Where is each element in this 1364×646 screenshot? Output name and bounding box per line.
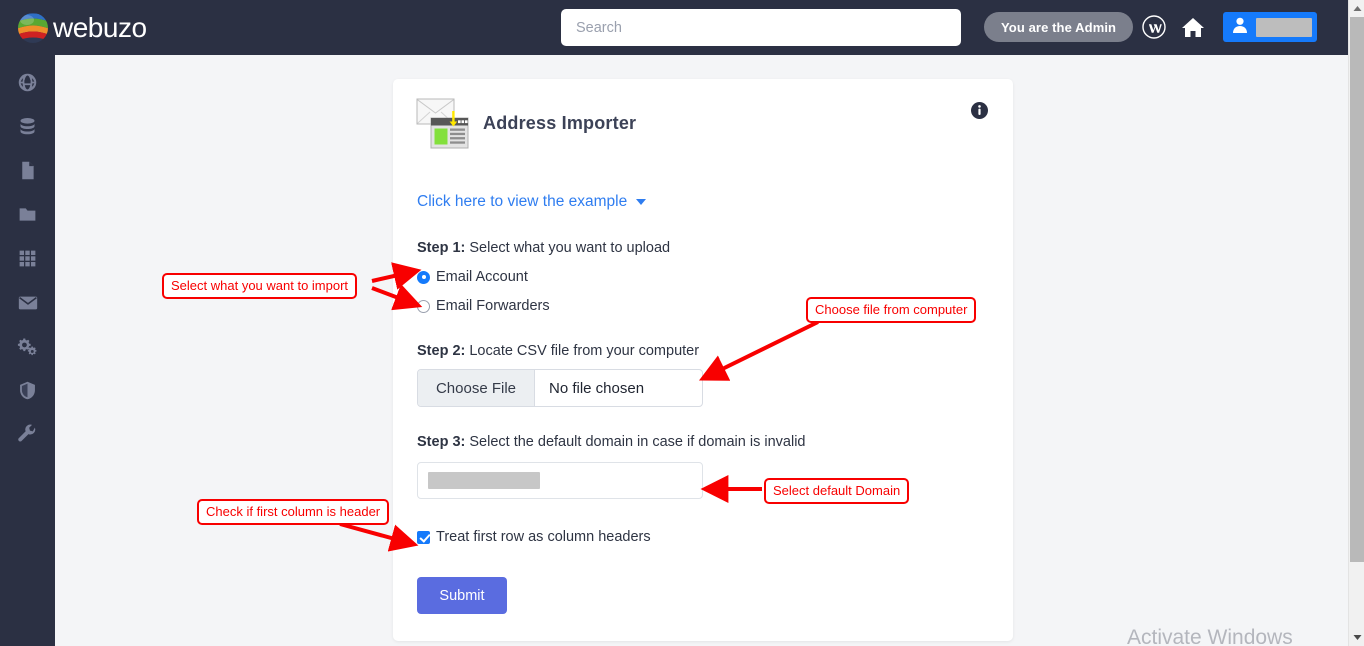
csv-file-input[interactable]: Choose File No file chosen [417, 369, 703, 407]
annotation-choose-file-label: Choose file from computer [815, 302, 968, 317]
radio-email-forwarders[interactable]: Email Forwarders [417, 298, 550, 314]
step1-text: Select what you want to upload [465, 240, 671, 256]
home-icon[interactable] [1180, 15, 1206, 40]
sidebar-item-folders[interactable] [0, 195, 55, 239]
user-avatar-icon [1230, 15, 1250, 40]
view-example-label: Click here to view the example [417, 193, 628, 210]
globe-icon [17, 72, 38, 98]
wrench-icon [17, 424, 38, 450]
user-menu-button[interactable] [1223, 12, 1317, 42]
step2-prefix: Step 2: [417, 343, 466, 359]
choose-file-button[interactable]: Choose File [418, 370, 535, 406]
top-bar: webuzo You are the Admin [0, 0, 1348, 55]
webuzo-globe-logo-icon [16, 11, 50, 45]
card-header: Address Importer [416, 97, 636, 149]
search-wrap [561, 9, 961, 46]
step1-label: Step 1: Select what you want to upload [417, 240, 670, 256]
default-domain-select[interactable] [417, 462, 703, 499]
brand-text: webuzo [53, 11, 147, 43]
content-area: Address Importer Click here to view the … [55, 55, 1348, 646]
scroll-up-arrow-icon[interactable] [1349, 0, 1364, 17]
search-input[interactable] [561, 9, 961, 46]
user-name-redacted [1256, 17, 1312, 37]
page-title: Address Importer [483, 112, 637, 133]
gears-icon [16, 335, 39, 363]
view-example-link[interactable]: Click here to view the example [417, 193, 646, 211]
default-domain-value-redacted [428, 472, 540, 489]
info-icon[interactable] [971, 102, 988, 119]
sidebar-item-settings[interactable] [0, 327, 55, 371]
vertical-scrollbar[interactable] [1348, 0, 1364, 646]
submit-button[interactable]: Submit [417, 577, 507, 614]
chevron-down-icon [635, 198, 646, 205]
checkbox-checked-icon[interactable] [417, 530, 430, 544]
sidebar-item-apps[interactable] [0, 239, 55, 283]
radio-email-forwarders-label: Email Forwarders [436, 298, 550, 314]
step3-prefix: Step 3: [417, 434, 466, 450]
shield-icon [17, 380, 38, 406]
sidebar-item-databases[interactable] [0, 107, 55, 151]
annotation-first-column-header-label: Check if first column is header [206, 504, 381, 519]
sidebar-item-security[interactable] [0, 371, 55, 415]
annotation-default-domain: Select default Domain [764, 478, 910, 504]
sidebar-item-files[interactable] [0, 151, 55, 195]
sidebar [0, 55, 55, 646]
sidebar-item-email[interactable] [0, 283, 55, 327]
brand[interactable]: webuzo [0, 11, 147, 45]
grid-apps-icon [17, 248, 38, 274]
address-importer-icon [416, 97, 469, 149]
folder-icon [17, 204, 38, 230]
mail-icon [17, 292, 39, 319]
address-importer-card: Address Importer Click here to view the … [393, 79, 1013, 641]
admin-status-pill[interactable]: You are the Admin [984, 12, 1134, 42]
scroll-down-arrow-icon[interactable] [1349, 629, 1364, 646]
watermark-title: Activate Windows [1127, 626, 1293, 646]
scrollbar-thumb[interactable] [1350, 17, 1364, 562]
wordpress-icon[interactable] [1142, 15, 1166, 39]
annotation-choose-file: Choose file from computer [806, 297, 977, 323]
app-root: webuzo You are the Admin [0, 0, 1364, 646]
sidebar-item-tools[interactable] [0, 415, 55, 459]
file-icon [17, 160, 38, 186]
file-status-label: No file chosen [549, 379, 645, 397]
annotation-first-column-header: Check if first column is header [197, 499, 390, 525]
radio-selected-icon[interactable] [417, 270, 430, 284]
annotation-default-domain-label: Select default Domain [773, 483, 901, 498]
annotation-select-import: Select what you want to import [162, 273, 358, 299]
step3-label: Step 3: Select the default domain in cas… [417, 434, 805, 450]
radio-email-account-label: Email Account [436, 269, 528, 285]
radio-unselected-icon[interactable] [417, 299, 430, 313]
step1-prefix: Step 1: [417, 240, 466, 256]
treat-first-row-label: Treat first row as column headers [436, 529, 651, 545]
treat-first-row-checkbox-row[interactable]: Treat first row as column headers [417, 529, 651, 545]
admin-pill-label: You are the Admin [1001, 19, 1117, 35]
annotation-select-import-label: Select what you want to import [171, 278, 349, 293]
database-icon [17, 116, 38, 142]
step2-text: Locate CSV file from your computer [465, 343, 700, 359]
step3-text: Select the default domain in case if dom… [465, 434, 806, 450]
sidebar-item-domains[interactable] [0, 63, 55, 107]
radio-email-account[interactable]: Email Account [417, 269, 528, 285]
windows-activation-watermark: Activate Windows Go to Settings to activ… [1127, 625, 1340, 646]
step2-label: Step 2: Locate CSV file from your comput… [417, 343, 699, 359]
